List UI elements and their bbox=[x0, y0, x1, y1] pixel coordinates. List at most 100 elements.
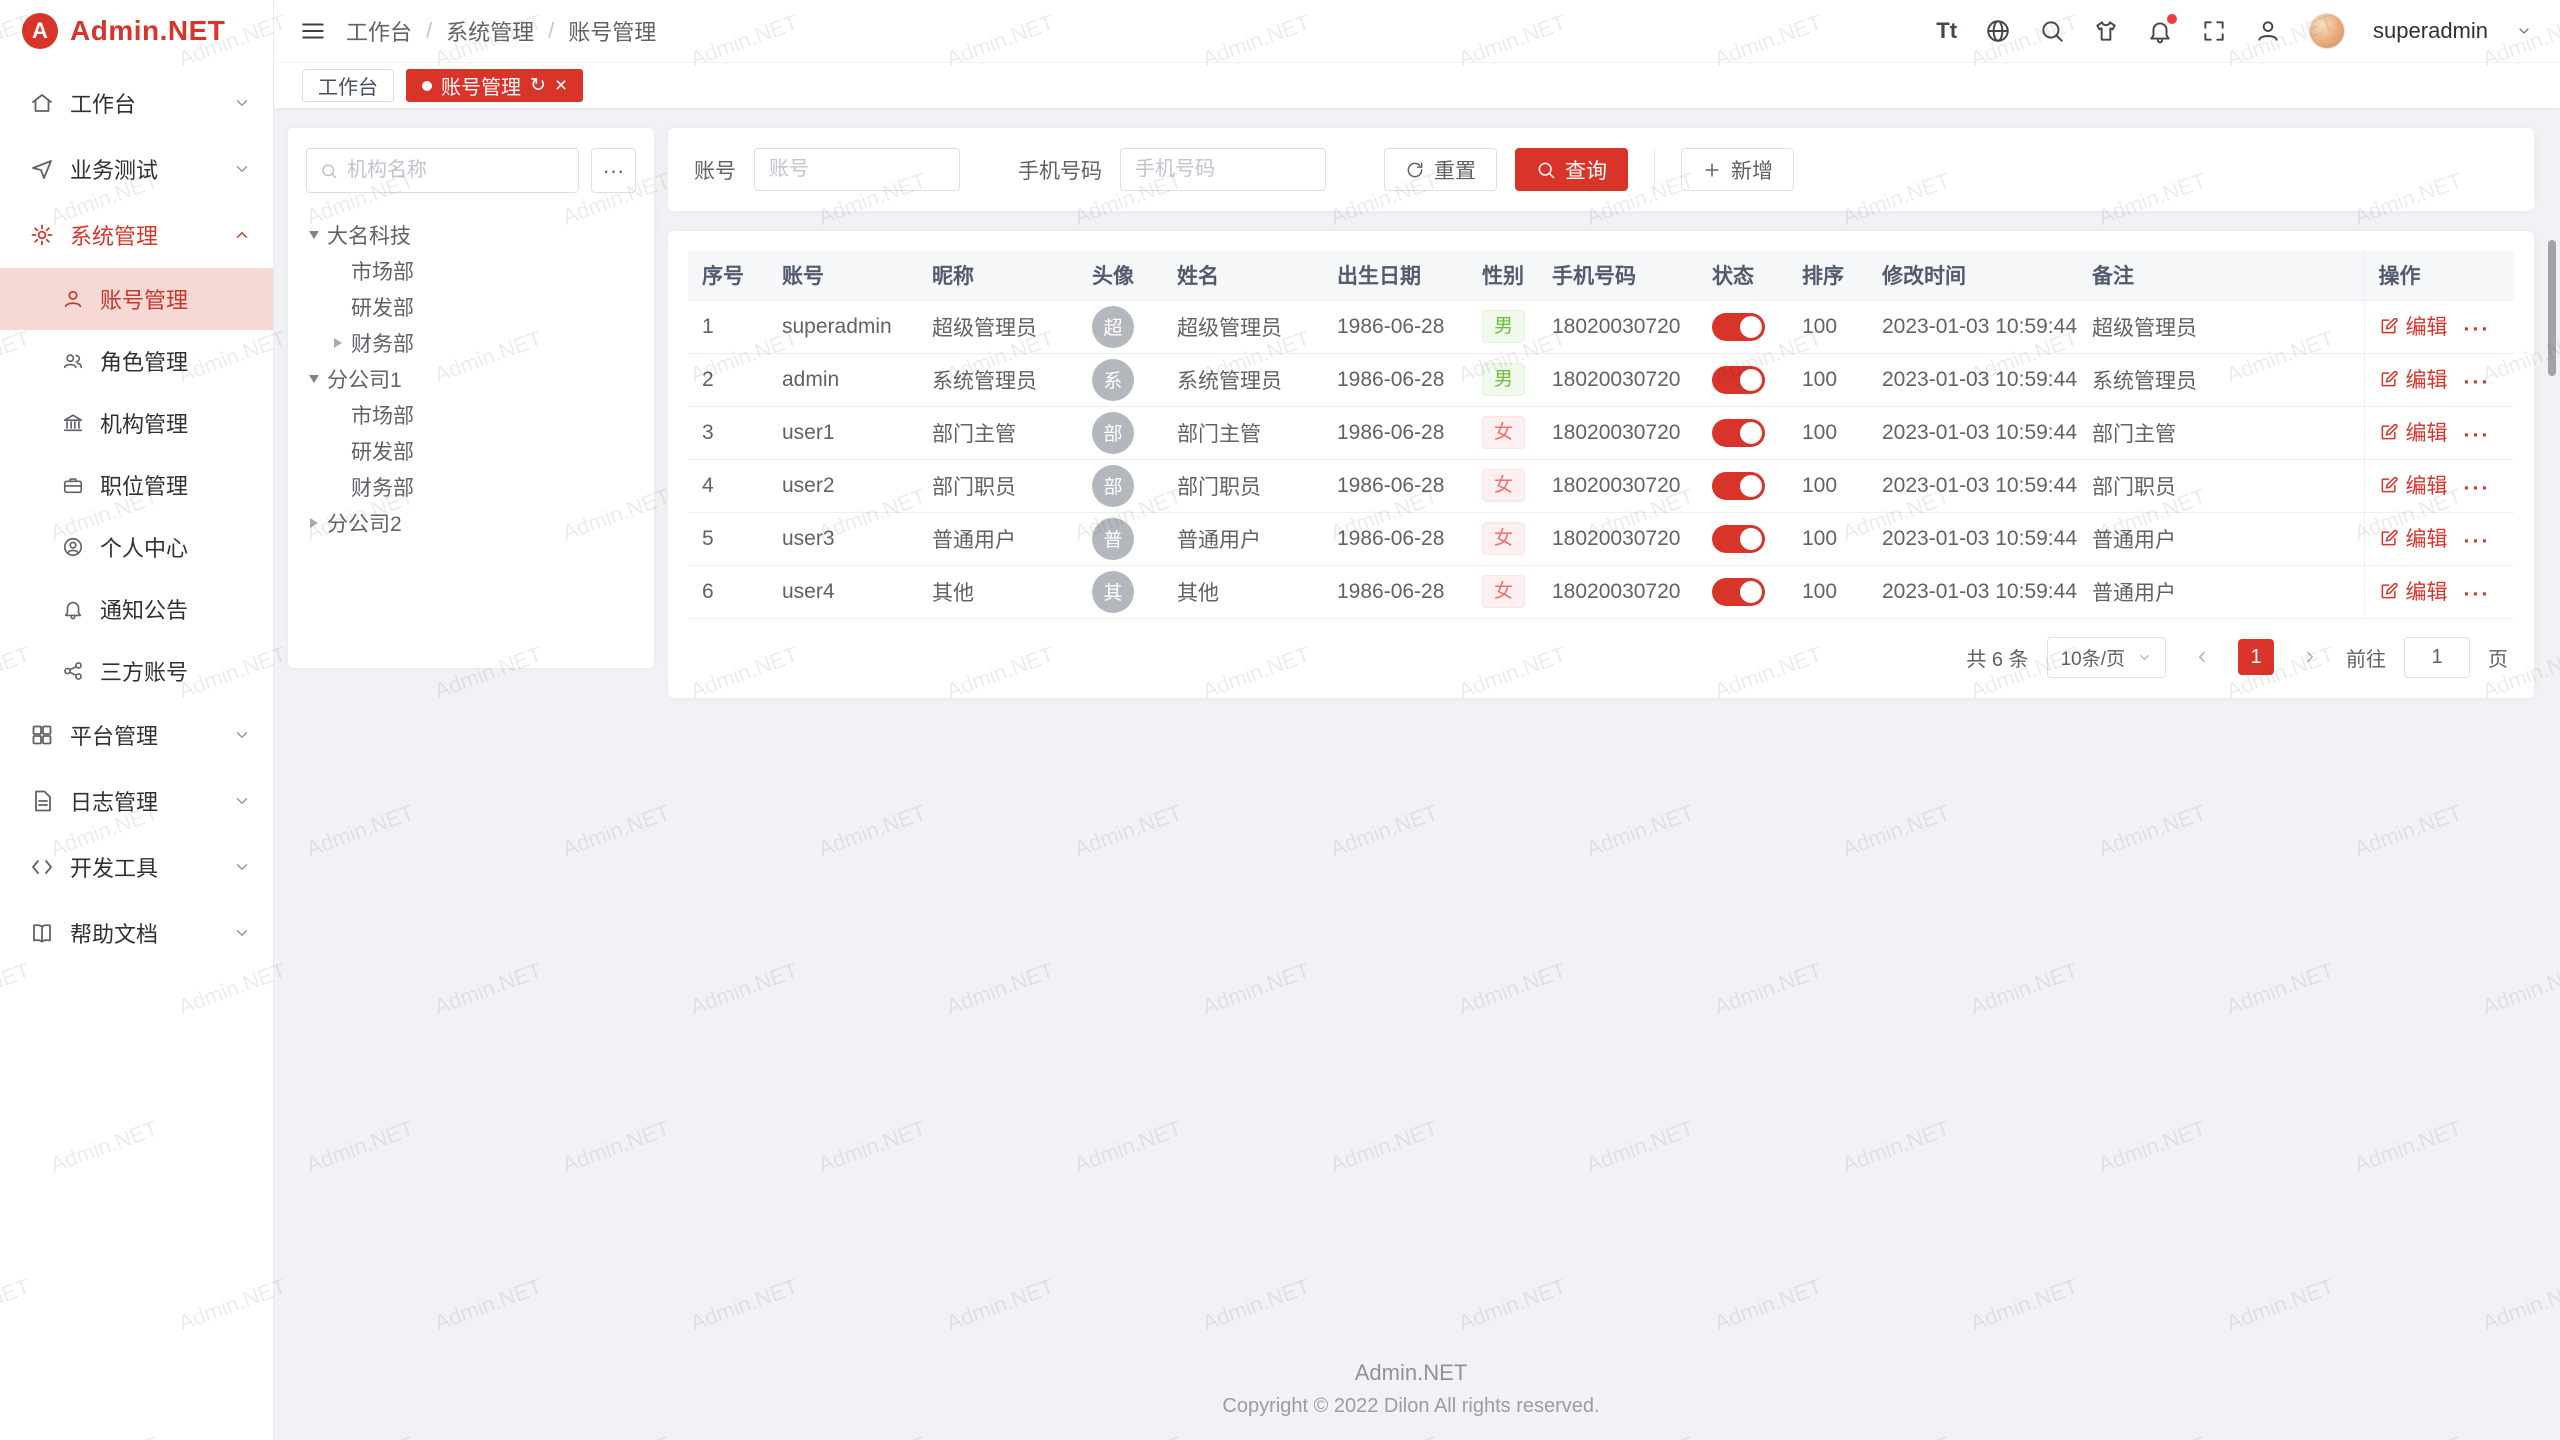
org-more-button[interactable]: ··· bbox=[591, 148, 636, 193]
font-size-icon[interactable]: Tt bbox=[1936, 20, 1957, 42]
tree-node[interactable]: 分公司1 bbox=[306, 361, 636, 397]
edit-button[interactable]: 编辑 bbox=[2379, 523, 2448, 553]
row-more-button[interactable]: ··· bbox=[2464, 583, 2491, 606]
globe-icon[interactable] bbox=[1985, 18, 2011, 44]
app-logo[interactable]: A Admin.NET bbox=[0, 0, 273, 62]
hamburger-menu-icon[interactable] bbox=[300, 18, 326, 44]
sidebar-item-business-test[interactable]: 业务测试 bbox=[0, 136, 273, 202]
chevron-down-icon[interactable] bbox=[2516, 23, 2532, 39]
edit-button[interactable]: 编辑 bbox=[2379, 311, 2448, 341]
notification-bell-icon[interactable] bbox=[2147, 18, 2173, 44]
edit-button[interactable]: 编辑 bbox=[2379, 364, 2448, 394]
caret-collapsed-icon[interactable] bbox=[310, 518, 318, 528]
sidebar-item-help-docs[interactable]: 帮助文档 bbox=[0, 900, 273, 966]
sidebar-item-label: 个人中心 bbox=[100, 531, 188, 563]
edit-button[interactable]: 编辑 bbox=[2379, 470, 2448, 500]
cell-remark: 普通用户 bbox=[2078, 565, 2364, 618]
sidebar-item-third-party-account[interactable]: 三方账号 bbox=[0, 640, 273, 702]
phone-input[interactable] bbox=[1120, 148, 1326, 191]
sidebar-item-workbench[interactable]: 工作台 bbox=[0, 70, 273, 136]
cell-remark: 超级管理员 bbox=[2078, 300, 2364, 353]
tree-node[interactable]: 研发部 bbox=[306, 433, 636, 469]
profile-icon[interactable] bbox=[2255, 18, 2281, 44]
sidebar-item-dev-tools[interactable]: 开发工具 bbox=[0, 834, 273, 900]
row-more-button[interactable]: ··· bbox=[2464, 477, 2491, 500]
scrollbar-thumb[interactable] bbox=[2548, 240, 2556, 376]
caret-expanded-icon[interactable] bbox=[309, 231, 319, 239]
search-button[interactable]: 查询 bbox=[1515, 148, 1628, 191]
current-page-button[interactable]: 1 bbox=[2238, 639, 2274, 675]
search-button-label: 查询 bbox=[1565, 155, 1607, 185]
status-toggle[interactable] bbox=[1712, 578, 1765, 606]
goto-page-input[interactable] bbox=[2404, 637, 2470, 678]
next-page-button[interactable] bbox=[2292, 639, 2328, 675]
sidebar-item-system-manage[interactable]: 系统管理 bbox=[0, 202, 273, 268]
tree-node[interactable]: 市场部 bbox=[306, 397, 636, 433]
status-toggle[interactable] bbox=[1712, 419, 1765, 447]
breadcrumb-item[interactable]: 工作台 bbox=[346, 15, 412, 47]
account-input[interactable] bbox=[754, 148, 960, 191]
tree-node[interactable]: 财务部 bbox=[306, 325, 636, 361]
cell-actions: 编辑 ··· bbox=[2364, 512, 2514, 565]
sidebar-item-position-manage[interactable]: 职位管理 bbox=[0, 454, 273, 516]
org-search-input[interactable] bbox=[347, 159, 565, 182]
prev-page-button[interactable] bbox=[2184, 639, 2220, 675]
reset-button-label: 重置 bbox=[1434, 155, 1476, 185]
sidebar-item-account-manage[interactable]: 账号管理 bbox=[0, 268, 273, 330]
tree-node[interactable]: 分公司2 bbox=[306, 505, 636, 541]
tree-node[interactable]: 研发部 bbox=[306, 289, 636, 325]
caret-collapsed-icon[interactable] bbox=[334, 338, 342, 348]
fullscreen-icon[interactable] bbox=[2201, 18, 2227, 44]
tab-account-manage[interactable]: 账号管理 ↻ × bbox=[406, 69, 583, 102]
row-more-button[interactable]: ··· bbox=[2464, 530, 2491, 553]
breadcrumb-item[interactable]: 系统管理 bbox=[446, 15, 534, 47]
theme-icon[interactable] bbox=[2093, 18, 2119, 44]
plus-icon bbox=[1702, 160, 1722, 180]
tree-node[interactable]: 财务部 bbox=[306, 469, 636, 505]
row-more-button[interactable]: ··· bbox=[2464, 424, 2491, 447]
cell-account: user2 bbox=[768, 459, 918, 512]
tree-node[interactable]: 大名科技 bbox=[306, 217, 636, 253]
tree-node-label: 研发部 bbox=[351, 436, 414, 466]
caret-expanded-icon[interactable] bbox=[309, 375, 319, 383]
username[interactable]: superadmin bbox=[2373, 18, 2488, 44]
search-icon[interactable] bbox=[2039, 18, 2065, 44]
cell-actions: 编辑 ··· bbox=[2364, 406, 2514, 459]
col-header-avatar: 头像 bbox=[1078, 251, 1163, 300]
gender-tag: 男 bbox=[1482, 310, 1525, 344]
row-more-button[interactable]: ··· bbox=[2464, 318, 2491, 341]
cell-account: admin bbox=[768, 353, 918, 406]
edit-button[interactable]: 编辑 bbox=[2379, 576, 2448, 606]
page-size-select[interactable]: 10条/页 bbox=[2047, 637, 2166, 678]
reset-button[interactable]: 重置 bbox=[1384, 148, 1497, 191]
pagination-total: 共 6 条 bbox=[1966, 643, 2028, 672]
breadcrumb-item[interactable]: 账号管理 bbox=[568, 15, 656, 47]
toggle-knob bbox=[1740, 422, 1762, 444]
tab-workbench[interactable]: 工作台 bbox=[302, 69, 394, 102]
tree-node-label: 研发部 bbox=[351, 292, 414, 322]
footer-copyright: Copyright © 2022 Dilon All rights reserv… bbox=[288, 1395, 2534, 1418]
status-toggle[interactable] bbox=[1712, 366, 1765, 394]
cell-gender: 女 bbox=[1468, 565, 1538, 618]
sidebar-item-platform-manage[interactable]: 平台管理 bbox=[0, 702, 273, 768]
cell-sort: 100 bbox=[1788, 300, 1868, 353]
edit-button-label: 编辑 bbox=[2406, 576, 2448, 606]
row-more-button[interactable]: ··· bbox=[2464, 371, 2491, 394]
sidebar-item-notice[interactable]: 通知公告 bbox=[0, 578, 273, 640]
tab-close-icon[interactable]: × bbox=[555, 75, 567, 96]
status-toggle[interactable] bbox=[1712, 472, 1765, 500]
status-toggle[interactable] bbox=[1712, 313, 1765, 341]
sidebar-item-role-manage[interactable]: 角色管理 bbox=[0, 330, 273, 392]
status-toggle[interactable] bbox=[1712, 525, 1765, 553]
sidebar-item-personal-center[interactable]: 个人中心 bbox=[0, 516, 273, 578]
edit-button[interactable]: 编辑 bbox=[2379, 417, 2448, 447]
tab-refresh-icon[interactable]: ↻ bbox=[530, 76, 546, 95]
add-button[interactable]: 新增 bbox=[1681, 148, 1794, 191]
document-icon bbox=[30, 789, 54, 813]
sidebar-item-log-manage[interactable]: 日志管理 bbox=[0, 768, 273, 834]
row-avatar: 系 bbox=[1092, 359, 1134, 401]
cell-remark: 系统管理员 bbox=[2078, 353, 2364, 406]
sidebar-item-org-manage[interactable]: 机构管理 bbox=[0, 392, 273, 454]
tree-node[interactable]: 市场部 bbox=[306, 253, 636, 289]
user-avatar[interactable] bbox=[2309, 13, 2345, 49]
